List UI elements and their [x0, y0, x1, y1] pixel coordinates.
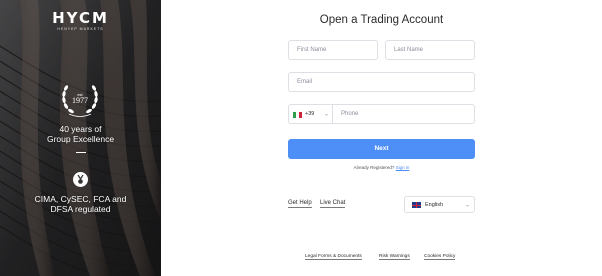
already-registered-label: Already Registered?	[353, 165, 395, 170]
regulation-line-2: DFSA regulated	[50, 204, 111, 214]
uk-flag-icon	[412, 202, 421, 208]
phone-group: +39 ⌄ Phone	[288, 104, 475, 124]
laurel-badge: est 1977	[59, 82, 101, 120]
first-name-field[interactable]: First Name	[288, 40, 378, 60]
phone-code-value: +39	[305, 111, 315, 117]
legal-forms-link[interactable]: Legal Forms & Documents	[305, 254, 362, 260]
est-year: 1977	[72, 96, 88, 105]
risk-warnings-link[interactable]: Risk Warnings	[379, 254, 410, 260]
hero-divider	[76, 152, 86, 153]
get-help-link[interactable]: Get Help	[288, 200, 312, 208]
chevron-down-icon: ⌄	[465, 202, 471, 208]
next-button[interactable]: Next	[288, 139, 475, 159]
italy-flag-icon	[293, 112, 302, 118]
registration-page: HYCM HENYEP MARKETS est 1977 40 years of…	[0, 0, 602, 276]
brand-logo: HYCM HENYEP MARKETS	[0, 10, 161, 31]
email-placeholder: Email	[297, 79, 313, 85]
sign-in-link[interactable]: Sign in	[396, 165, 410, 170]
first-name-placeholder: First Name	[297, 47, 327, 53]
brand-tagline: HENYEP MARKETS	[57, 27, 104, 31]
already-registered-text: Already Registered? Sign in	[288, 165, 475, 170]
last-name-field[interactable]: Last Name	[385, 40, 475, 60]
live-chat-link[interactable]: Live Chat	[320, 200, 346, 208]
phone-placeholder[interactable]: Phone	[341, 111, 358, 117]
brand-logo-text: HYCM	[52, 9, 109, 27]
cookies-policy-link[interactable]: Cookies Policy	[424, 254, 456, 260]
page-title: Open a Trading Account	[319, 14, 444, 26]
hero-panel: HYCM HENYEP MARKETS est 1977 40 years of…	[0, 0, 161, 276]
language-select[interactable]: English ⌄	[404, 196, 475, 213]
language-value: English	[425, 201, 444, 208]
chevron-down-icon: ⌄	[324, 111, 330, 118]
hero-headline-line-2: Group Excellence	[46, 134, 115, 144]
email-field[interactable]: Email	[288, 72, 475, 92]
last-name-placeholder: Last Name	[394, 47, 424, 53]
country-code-select[interactable]: +39 ⌄	[289, 105, 333, 123]
medal-icon	[73, 172, 88, 187]
